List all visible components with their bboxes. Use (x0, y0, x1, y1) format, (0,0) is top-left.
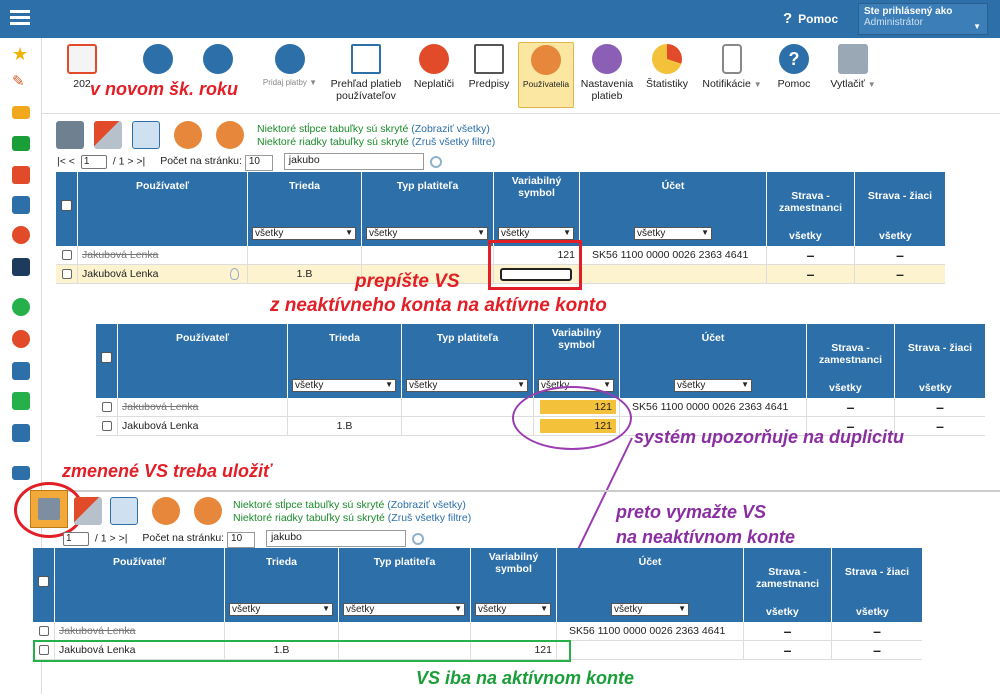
annotation-only-active: VS iba na aktívnom konte (416, 668, 635, 688)
user-icon[interactable] (152, 497, 180, 525)
tools-icon[interactable] (74, 497, 102, 525)
food-staff-filter[interactable]: všetky (766, 606, 799, 618)
annotation-delete-1: preto vymažte VS (616, 502, 767, 522)
active-row-highlight (33, 640, 571, 662)
account-filter[interactable]: všetky (611, 603, 689, 616)
payer-filter[interactable]: všetky (343, 603, 465, 616)
vs-filter[interactable]: všetky (475, 603, 551, 616)
search-icon[interactable] (411, 532, 424, 545)
search-input[interactable]: jakubo (265, 530, 406, 547)
show-all-link[interactable]: (Zobraziť všetky) (387, 499, 466, 511)
add-user-icon[interactable] (194, 497, 222, 525)
filter-notes: Niektoré stĺpce tabuľky sú skryté (Zobra… (233, 499, 472, 524)
users-table-3: Používateľ Triedavšetky Typ platiteľavše… (33, 548, 922, 622)
cancel-filters-link[interactable]: (Zruš všetky filtre) (388, 512, 471, 524)
row-checkbox[interactable] (39, 626, 49, 636)
page-nav-right[interactable]: > >| (110, 532, 128, 544)
class-filter[interactable]: všetky (229, 603, 333, 616)
select-all-checkbox[interactable] (38, 576, 49, 587)
annotation-delete-2: na neaktívnom konte (616, 527, 796, 547)
section-divider (42, 490, 1000, 492)
page-select[interactable]: 1 (63, 532, 89, 547)
per-page-input[interactable]: 10 (227, 532, 256, 549)
food-pupils-filter[interactable]: všetky (856, 606, 889, 618)
pagination: 1 / 1 > >| Počet na stránku: 10 jakubo (60, 530, 424, 549)
annotation-save: zmenené VS treba uložiť (62, 461, 272, 481)
table-row[interactable]: Jakubová Lenka SK56 1100 0000 0026 2363 … (33, 622, 922, 641)
columns-icon[interactable] (110, 497, 138, 525)
table-header: Používateľ Triedavšetky Typ platiteľavše… (33, 548, 922, 622)
